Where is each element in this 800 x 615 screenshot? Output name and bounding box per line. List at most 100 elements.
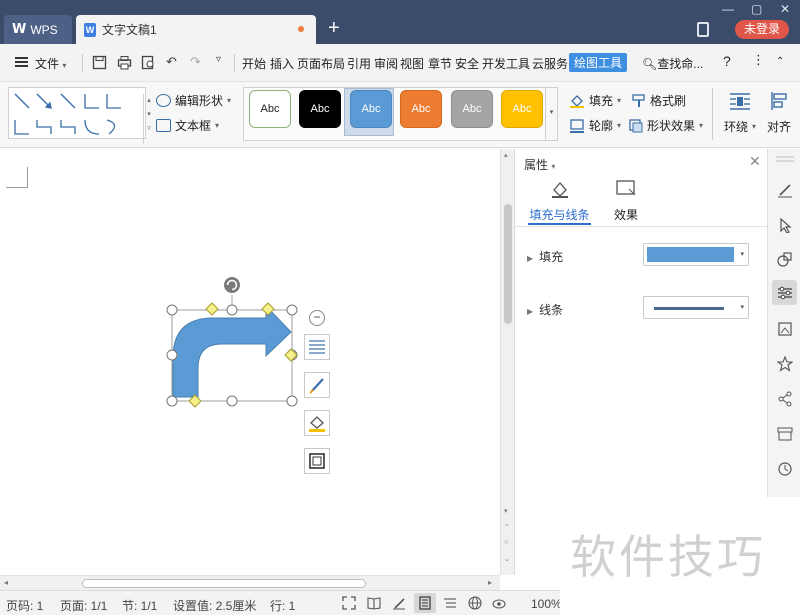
login-button[interactable]: 未登录 (735, 20, 789, 39)
menu-security[interactable]: 安全 (455, 55, 479, 72)
shape-style-1[interactable]: Abc (249, 90, 291, 128)
device-mode-icon[interactable] (697, 22, 709, 37)
writing-mode-icon[interactable] (392, 596, 406, 610)
line-style-dropdown[interactable]: ▾ (643, 296, 749, 319)
fill-color-dropdown[interactable]: ▾ (643, 243, 749, 266)
layout-options-button[interactable] (304, 334, 330, 360)
shape-gallery-scroll[interactable]: ▴ ▾ ▿ (143, 94, 154, 144)
shape-style-3[interactable]: Abc (350, 90, 392, 128)
menu-references[interactable]: 引用 (347, 55, 371, 72)
menu-cloud[interactable]: 云服务 (532, 55, 568, 72)
hamburger-icon[interactable] (15, 57, 28, 67)
edit-shape-button[interactable]: 编辑形状 ▾ (156, 92, 231, 109)
divider (82, 54, 83, 72)
menu-home[interactable]: 开始 (242, 55, 266, 72)
search-command[interactable]: 🔍︎查找命... (642, 55, 703, 72)
align-button[interactable]: 对齐 (764, 91, 794, 135)
tab-fill-and-line[interactable]: 填充与线条 (528, 179, 591, 223)
line-style-swatch (654, 307, 724, 310)
outline-button[interactable]: 轮廓 ▾ (569, 117, 621, 134)
fill-button[interactable]: 填充 ▾ (569, 92, 621, 109)
scroll-up-icon[interactable]: ▴ (504, 151, 508, 159)
undo-icon[interactable]: ↶ (166, 54, 177, 70)
watermark-text: 软件技巧 (570, 530, 766, 584)
panel-title[interactable]: 属性 ▾ (524, 156, 555, 173)
format-painter-button[interactable]: 格式刷 (632, 92, 686, 109)
pen-icon[interactable] (775, 180, 794, 199)
page-number: 页码: 1 (6, 599, 44, 613)
browse-object-icon[interactable]: ○ (504, 539, 508, 546)
shape-style-4[interactable]: Abc (400, 90, 442, 128)
menu-developer[interactable]: 开发工具 (482, 55, 530, 72)
web-view-icon[interactable] (468, 596, 482, 610)
collapse-ribbon-icon[interactable]: ⌃ (776, 56, 784, 67)
close-panel-icon[interactable]: ✕ (749, 153, 761, 170)
search-icon: 🔍︎ (642, 57, 658, 71)
reading-mode-icon[interactable] (367, 596, 381, 610)
archive-box-icon[interactable] (775, 424, 794, 443)
file-menu[interactable]: 文件 ▾ (35, 55, 66, 72)
close-window-icon[interactable]: ✕ (780, 2, 790, 16)
maximize-icon[interactable]: ▢ (751, 2, 762, 16)
save-icon[interactable] (92, 55, 107, 70)
minimize-icon[interactable]: — (722, 2, 734, 16)
select-cursor-icon[interactable] (775, 215, 794, 234)
writer-doc-icon: W (84, 22, 96, 37)
history-clock-icon[interactable] (775, 459, 794, 478)
wrap-button[interactable]: 环绕 ▾ (720, 91, 760, 135)
wps-logo-icon: W (12, 22, 27, 37)
page-count: 页面: 1/1 (60, 599, 108, 613)
menu-view[interactable]: 视图 (400, 55, 424, 72)
scroll-down-icon[interactable]: ▾ (504, 507, 508, 515)
menu-page-layout[interactable]: 页面布局 (297, 55, 345, 72)
prev-page-icon[interactable]: ⌃ (504, 523, 510, 531)
shape-effects-button[interactable]: 形状效果 ▾ (629, 117, 703, 134)
shape-style-6[interactable]: Abc (501, 90, 543, 128)
more-icon[interactable]: ⋮ (752, 52, 765, 68)
bent-arrow-shape[interactable] (160, 270, 310, 415)
image-gallery-icon[interactable] (775, 319, 794, 338)
text-box-button[interactable]: 文本框 ▾ (156, 117, 219, 134)
fullscreen-icon[interactable] (342, 596, 356, 610)
zoom-level[interactable]: 100% (531, 597, 562, 611)
tab-effects[interactable]: 效果 (611, 179, 641, 223)
line-section-toggle[interactable]: ▶ 线条 (527, 301, 563, 318)
outline-view-icon[interactable] (443, 596, 457, 610)
shape-style-5[interactable]: Abc (451, 90, 493, 128)
app-tab[interactable]: W WPS (4, 15, 72, 44)
style-gallery-scroll[interactable]: ▾ (546, 87, 558, 141)
page-view-icon[interactable] (418, 596, 432, 610)
customize-toolbar-icon[interactable]: ▿ (216, 54, 221, 65)
horizontal-scrollbar[interactable]: ◂ ▸ (0, 575, 500, 590)
print-preview-icon[interactable] (141, 55, 156, 70)
menu-chapter[interactable]: 章节 (428, 55, 452, 72)
outline-style-button[interactable] (304, 372, 330, 398)
collapse-toolbar-button[interactable]: − (309, 310, 325, 326)
menu-insert[interactable]: 插入 (270, 55, 294, 72)
menu-review[interactable]: 审阅 (374, 55, 398, 72)
unsaved-dot-icon (298, 26, 304, 32)
print-icon[interactable] (117, 55, 132, 70)
eye-protection-icon[interactable] (492, 596, 506, 610)
vertical-scroll-thumb[interactable] (504, 204, 512, 324)
new-tab-button[interactable]: + (328, 18, 340, 38)
properties-settings-icon[interactable] (772, 280, 797, 305)
share-icon[interactable] (775, 389, 794, 408)
fill-style-button[interactable] (304, 410, 330, 436)
scroll-right-icon[interactable]: ▸ (488, 578, 492, 587)
fill-section-toggle[interactable]: ▶ 填充 (527, 248, 563, 265)
help-button[interactable]: ? (723, 53, 731, 69)
vertical-scrollbar[interactable]: ▴ ▾ ⌃ ○ ⌄ (500, 149, 514, 575)
shape-style-2[interactable]: Abc (299, 90, 341, 128)
watermark: 软件技巧 (560, 497, 800, 615)
border-style-button[interactable] (304, 448, 330, 474)
next-page-icon[interactable]: ⌄ (504, 555, 510, 563)
document-tab[interactable]: W 文字文稿1 (76, 15, 316, 44)
menu-drawing-tools[interactable]: 绘图工具 (569, 53, 628, 72)
redo-icon[interactable]: ↷ (190, 54, 201, 70)
shapes-icon[interactable] (775, 249, 794, 268)
horizontal-scroll-thumb[interactable] (82, 579, 366, 588)
star-icon[interactable] (775, 354, 794, 373)
shape-gallery[interactable]: ▴ ▾ ▿ (8, 87, 151, 144)
scroll-left-icon[interactable]: ◂ (4, 578, 8, 587)
